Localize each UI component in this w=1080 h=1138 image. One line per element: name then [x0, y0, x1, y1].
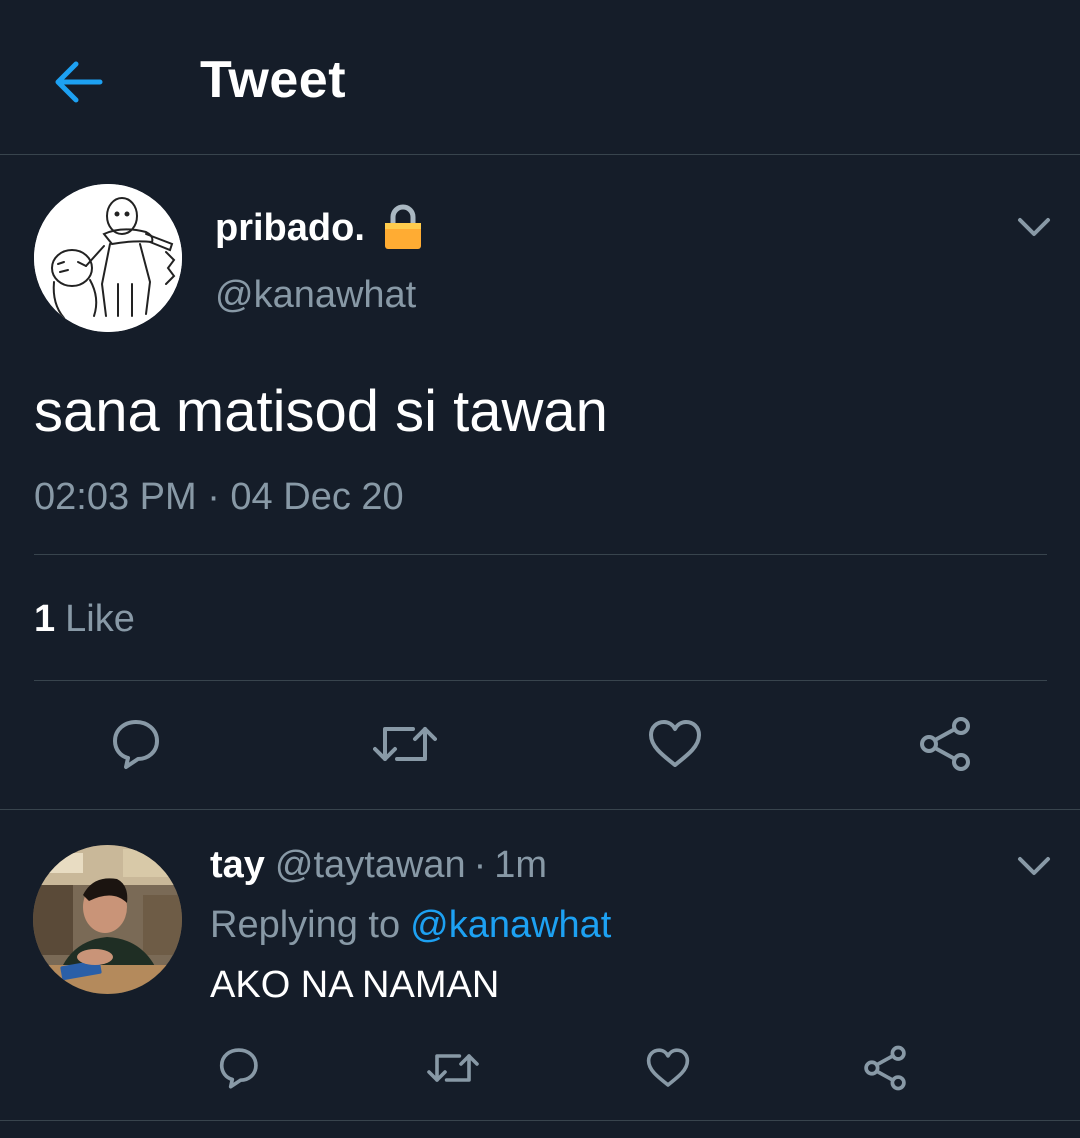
lock-icon [382, 204, 424, 250]
replying-to: Replying to @kanawhat [210, 902, 611, 948]
tweet-options-button[interactable] [1012, 206, 1056, 246]
retweet-icon [427, 1054, 479, 1082]
reply-options-button[interactable] [1012, 845, 1056, 885]
reply-author-handle[interactable]: @taytawan [275, 844, 466, 886]
reply-reply-button[interactable] [208, 1038, 268, 1098]
avatar-photo [33, 845, 182, 994]
reply-icon [219, 1048, 258, 1089]
page-title: Tweet [200, 51, 347, 109]
like-button[interactable] [640, 712, 710, 776]
reply-author-name[interactable]: tay [210, 844, 265, 886]
header-divider [0, 154, 1080, 155]
likes-number: 1 [34, 598, 56, 640]
chevron-down-icon [1018, 218, 1050, 236]
tweet-text: sana matisod si tawan [34, 379, 608, 444]
replying-mention-link[interactable]: @kanawhat [410, 904, 611, 946]
avatar-drawing [34, 184, 182, 332]
retweet-button[interactable] [370, 712, 440, 776]
stats-divider-top [34, 554, 1047, 555]
replying-prefix: Replying to [210, 904, 401, 946]
author-avatar[interactable] [34, 184, 182, 332]
retweet-icon [373, 727, 437, 761]
reply-like-button[interactable] [638, 1038, 698, 1098]
reply-button[interactable] [100, 712, 170, 776]
reply-text: AKO NA NAMAN [210, 964, 500, 1006]
reply-retweet-button[interactable] [423, 1038, 483, 1098]
author-name[interactable]: pribado. [215, 205, 365, 251]
likes-count[interactable]: 1 Like [34, 596, 135, 642]
reply-time: 1m [494, 844, 548, 886]
share-icon [920, 717, 970, 771]
reply-share-button[interactable] [855, 1038, 915, 1098]
back-button[interactable] [40, 44, 116, 120]
share-icon [864, 1045, 906, 1091]
reply-separator: · [473, 844, 487, 886]
share-button[interactable] [910, 712, 980, 776]
tweet-timestamp: 02:03 PM · 04 Dec 20 [34, 476, 404, 518]
heart-icon [646, 1048, 690, 1087]
reply-icon [113, 720, 159, 769]
reply-divider-top [0, 809, 1080, 810]
chevron-down-icon [1018, 857, 1050, 875]
reply-header: tay @taytawan · 1m [210, 842, 547, 888]
heart-icon [649, 720, 701, 767]
author-handle[interactable]: @kanawhat [215, 272, 416, 318]
reply-divider-bottom [0, 1120, 1080, 1121]
stats-divider-bottom [34, 680, 1047, 681]
reply-avatar[interactable] [33, 845, 182, 994]
likes-label: Like [65, 598, 135, 640]
arrow-left-icon [55, 61, 103, 103]
